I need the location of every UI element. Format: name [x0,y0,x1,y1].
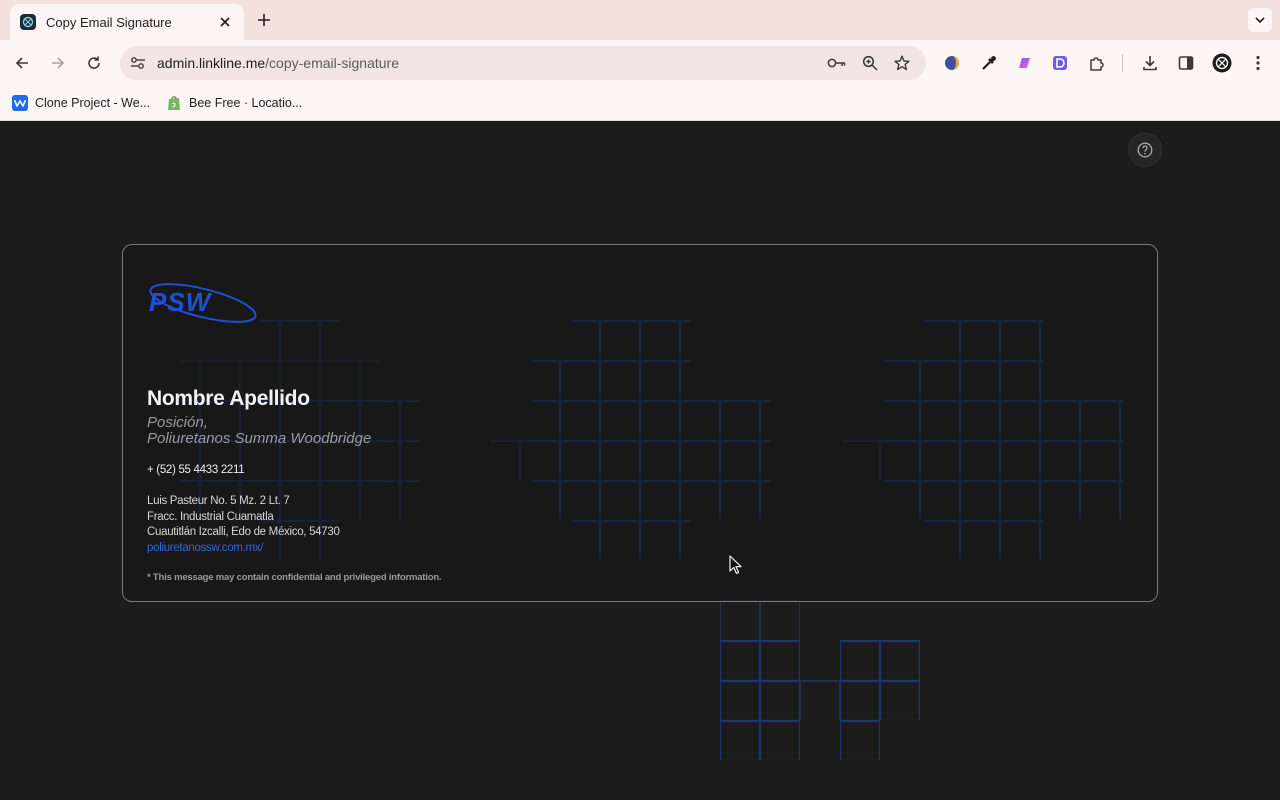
profile-avatar-icon[interactable] [1212,53,1232,73]
color-picker-eyedropper-icon[interactable] [979,53,999,73]
psw-logo: PSW [149,283,257,323]
new-tab-plus-icon[interactable] [254,10,274,30]
shopify-bag-icon [166,95,182,111]
signature-name: Nombre Apellido [147,387,310,410]
signature-disclaimer: * This message may contain confidential … [147,572,442,583]
tab-title: Copy Email Signature [46,14,172,30]
more-menu-kebab-icon[interactable] [1248,53,1268,73]
side-panel-icon[interactable] [1176,53,1196,73]
svg-text:PSW: PSW [149,287,213,317]
help-question-icon[interactable] [1128,133,1162,167]
email-signature-card[interactable]: PSW Nombre Apellido Posición, Poliuretan… [122,244,1158,602]
webflow-w-icon [12,95,28,111]
reload-icon[interactable] [84,53,104,73]
tab-close-icon[interactable] [216,13,234,31]
mouse-pointer-icon [729,555,742,574]
password-key-icon[interactable] [827,53,847,73]
signature-position: Posición, Poliuretanos Summa Woodbridge [147,414,372,447]
extension-gradient-icon[interactable] [1014,53,1034,73]
bookmark-bee-free[interactable]: Bee Free · Locatio... [166,94,302,112]
signature-website-link[interactable]: poliuretanossw.com.mx/ [147,542,263,554]
signature-phone: + (52) 55 4433 2211 [147,464,245,476]
back-arrow-icon[interactable] [12,53,32,73]
tab-search-chevron-icon[interactable] [1248,8,1272,32]
extension-d-icon[interactable] [1050,53,1070,73]
signature-address: Luis Pasteur No. 5 Mz. 2 Lt. 7 Fracc. In… [147,495,340,554]
browser-tab-active[interactable]: Copy Email Signature [10,4,244,40]
page-content: PSW Nombre Apellido Posición, Poliuretan… [0,121,1280,800]
linkline-favicon-icon [20,14,36,30]
bookmarks-bar: Clone Project - We... Bee Free · Locatio… [0,86,1280,121]
browser-toolbar: admin.linkline.me/copy-email-signature [0,40,1280,86]
site-settings-tune-icon[interactable] [128,53,148,73]
downloads-icon[interactable] [1140,53,1160,73]
browser-tab-strip: Copy Email Signature [0,0,1280,40]
address-bar[interactable]: admin.linkline.me/copy-email-signature [120,46,926,80]
bookmark-star-icon[interactable] [892,53,912,73]
extension-moon-icon[interactable] [942,53,962,73]
zoom-magnifier-icon[interactable] [860,53,880,73]
extensions-puzzle-icon[interactable] [1087,53,1107,73]
bookmark-clone-project[interactable]: Clone Project - We... [12,94,150,112]
toolbar-divider [1122,54,1123,72]
forward-arrow-icon[interactable] [48,53,68,73]
url-text: admin.linkline.me/copy-email-signature [157,55,400,71]
